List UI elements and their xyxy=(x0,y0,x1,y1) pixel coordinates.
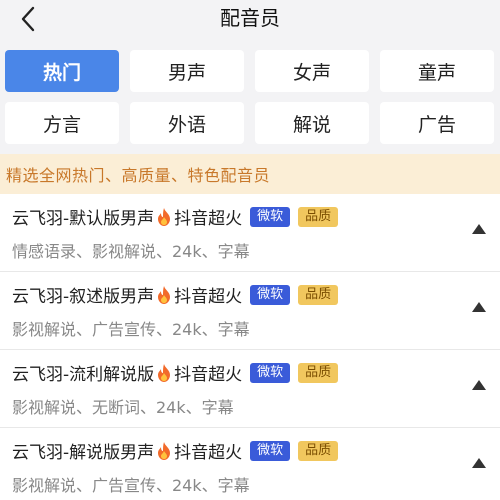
voice-item[interactable]: 云飞羽-解说版男声 抖音超火 微软 品质 影视解说、广告宣传、24k、字幕 xyxy=(0,428,500,500)
voice-name: 云飞羽-叙述版男声 xyxy=(12,287,155,307)
vendor-badge: 微软 xyxy=(250,284,291,305)
triangle-up-icon[interactable] xyxy=(472,458,486,468)
voice-title: 云飞羽-默认版男声 抖音超火 微软 品质 xyxy=(12,204,339,229)
vendor-badge: 微软 xyxy=(250,206,291,227)
flame-icon xyxy=(158,363,171,382)
voice-title: 云飞羽-叙述版男声 抖音超火 微软 品质 xyxy=(12,282,339,307)
voice-item[interactable]: 云飞羽-叙述版男声 抖音超火 微软 品质 影视解说、广告宣传、24k、字幕 xyxy=(0,272,500,350)
category-hot[interactable]: 热门 xyxy=(5,50,119,92)
flame-icon xyxy=(158,441,171,460)
category-dialect[interactable]: 方言 xyxy=(5,102,119,144)
category-foreign[interactable]: 外语 xyxy=(130,102,244,144)
voice-tag: 抖音超火 xyxy=(174,443,243,463)
top-bar: 配音员 xyxy=(0,0,500,40)
voice-desc: 影视解说、无断词、24k、字幕 xyxy=(12,398,234,417)
flame-icon xyxy=(158,285,171,304)
voice-title: 云飞羽-流利解说版 抖音超火 微软 品质 xyxy=(12,360,339,385)
category-child[interactable]: 童声 xyxy=(380,50,494,92)
voice-tag: 抖音超火 xyxy=(174,365,243,385)
voice-title: 云飞羽-解说版男声 抖音超火 微软 品质 xyxy=(12,438,339,463)
promo-banner: 精选全网热门、高质量、特色配音员 xyxy=(0,154,500,194)
voice-name: 云飞羽-默认版男声 xyxy=(12,209,155,229)
category-female[interactable]: 女声 xyxy=(255,50,369,92)
quality-badge: 品质 xyxy=(298,284,339,305)
voice-tag: 抖音超火 xyxy=(174,287,243,307)
voice-item[interactable]: 云飞羽-默认版男声 抖音超火 微软 品质 情感语录、影视解说、24k、字幕 xyxy=(0,194,500,272)
flame-icon xyxy=(158,207,171,226)
voice-item[interactable]: 云飞羽-流利解说版 抖音超火 微软 品质 影视解说、无断词、24k、字幕 xyxy=(0,350,500,428)
voice-name: 云飞羽-流利解说版 xyxy=(12,365,155,385)
quality-badge: 品质 xyxy=(298,362,339,383)
voice-desc: 情感语录、影视解说、24k、字幕 xyxy=(12,242,250,261)
category-grid: 热门 男声 女声 童声 方言 外语 解说 广告 xyxy=(5,50,496,144)
page-title: 配音员 xyxy=(220,6,280,30)
category-narration[interactable]: 解说 xyxy=(255,102,369,144)
vendor-badge: 微软 xyxy=(250,440,291,461)
triangle-up-icon[interactable] xyxy=(472,224,486,234)
category-ad[interactable]: 广告 xyxy=(380,102,494,144)
quality-badge: 品质 xyxy=(298,206,339,227)
voice-desc: 影视解说、广告宣传、24k、字幕 xyxy=(12,320,250,339)
quality-badge: 品质 xyxy=(298,440,339,461)
triangle-up-icon[interactable] xyxy=(472,380,486,390)
voice-desc: 影视解说、广告宣传、24k、字幕 xyxy=(12,476,250,495)
voice-list: 云飞羽-默认版男声 抖音超火 微软 品质 情感语录、影视解说、24k、字幕 云飞… xyxy=(0,194,500,500)
voice-tag: 抖音超火 xyxy=(174,209,243,229)
category-male[interactable]: 男声 xyxy=(130,50,244,92)
vendor-badge: 微软 xyxy=(250,362,291,383)
triangle-up-icon[interactable] xyxy=(472,302,486,312)
voice-name: 云飞羽-解说版男声 xyxy=(12,443,155,463)
